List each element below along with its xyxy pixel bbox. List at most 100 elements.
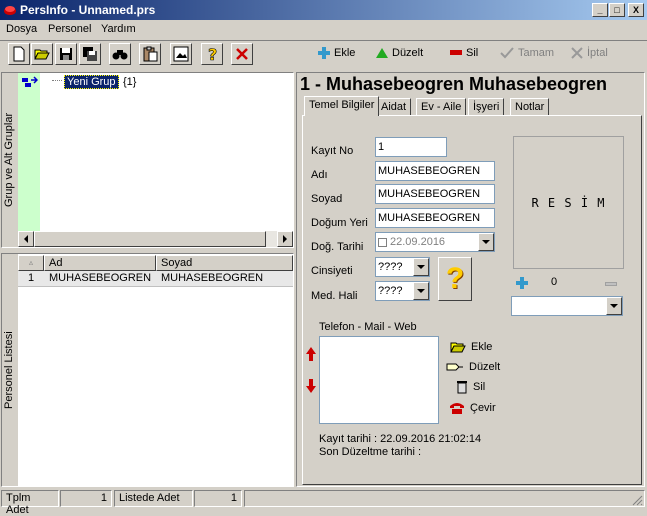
folder-open-icon: [34, 49, 50, 60]
find-button[interactable]: [109, 43, 131, 65]
soyad-label: Soyad: [311, 193, 343, 205]
personel-grid[interactable]: [18, 254, 293, 486]
tab-temel-bilgiler[interactable]: Temel Bilgiler: [304, 96, 380, 116]
tab-isyeri[interactable]: İşyeri: [468, 98, 505, 116]
groups-panel-label: Grup ve Alt Gruplar: [3, 112, 15, 208]
contact-duzelt-button[interactable]: Düzelt: [446, 361, 500, 373]
cinsiyeti-label: Cinsiyeti: [311, 265, 353, 277]
tab-ev-aile[interactable]: Ev - Aile: [416, 98, 467, 116]
kayit-no-input[interactable]: 1: [375, 137, 447, 157]
photo-add-icon[interactable]: [516, 277, 528, 292]
scroll-left-button[interactable]: [18, 231, 34, 247]
triangle-up-icon: [376, 48, 388, 58]
preview-button[interactable]: [170, 43, 192, 65]
exit-button[interactable]: [231, 43, 253, 65]
save-as-button[interactable]: [79, 43, 101, 65]
new-file-button[interactable]: [8, 43, 30, 65]
save-as-icon: [83, 47, 97, 61]
soyad-input[interactable]: MUHASEBEOGREN: [375, 184, 495, 204]
scroll-right-button[interactable]: [277, 231, 293, 247]
tab-notlar[interactable]: Notlar: [510, 98, 550, 116]
groups-hscrollbar[interactable]: [18, 231, 293, 247]
binoculars-icon: [112, 50, 128, 60]
new-file-icon: [13, 46, 25, 62]
duzelt-button[interactable]: Düzelt: [376, 47, 423, 59]
status-listede-label: Listede Adet: [114, 490, 193, 507]
contact-label: Telefon - Mail - Web: [319, 321, 417, 333]
dogum-yeri-input[interactable]: MUHASEBEOGREN: [375, 208, 495, 228]
date-dropdown-button[interactable]: [478, 233, 494, 251]
groups-tree[interactable]: [40, 73, 293, 231]
tab-aidat[interactable]: Aidat: [376, 98, 412, 116]
window-title: PersInfo - Unnamed.prs: [20, 3, 156, 17]
help-question-button[interactable]: ?: [438, 257, 472, 301]
close-x-icon: [236, 48, 248, 60]
contact-sil-button[interactable]: Sil: [456, 380, 485, 394]
photo-select[interactable]: [511, 296, 623, 316]
photo-remove-icon[interactable]: [605, 282, 617, 286]
contact-cevir-button[interactable]: Çevir: [449, 402, 496, 414]
row-number: 1: [28, 272, 35, 284]
contact-list[interactable]: [319, 336, 439, 424]
move-down-icon[interactable]: [306, 379, 316, 396]
clipboard-icon: [143, 46, 158, 62]
picture-icon: [173, 46, 189, 62]
minus-icon: [450, 50, 462, 55]
med-hali-select[interactable]: ????: [375, 281, 430, 301]
menu-yardim[interactable]: Yardım: [101, 23, 136, 35]
son-duzeltme-tarihi: Son Düzeltme tarihi :: [319, 446, 422, 458]
save-button[interactable]: [55, 43, 77, 65]
personel-panel-label: Personel Listesi: [3, 331, 15, 409]
folder-open-icon: [450, 342, 466, 353]
column-header-soyad[interactable]: Soyad: [156, 255, 293, 271]
cinsiyeti-select[interactable]: ????: [375, 257, 430, 277]
record-header: 1 - Muhasebeogren Muhasebeogren: [300, 74, 608, 94]
edit-hand-icon: [446, 363, 463, 371]
maximize-button[interactable]: □: [609, 3, 625, 17]
med-hali-label: Med. Hali: [311, 290, 358, 302]
date-checkbox[interactable]: [378, 237, 387, 247]
svg-text:?: ?: [208, 46, 217, 62]
dog-tarihi-picker[interactable]: 22.09.2016: [375, 232, 495, 252]
iptal-button[interactable]: İptal: [571, 47, 608, 59]
table-row[interactable]: 1 MUHASEBEOGREN MUHASEBEOGREN: [18, 271, 293, 287]
status-tplm-value: 1: [60, 490, 112, 507]
close-button[interactable]: X: [628, 3, 644, 17]
arrow-left-icon: [24, 235, 28, 243]
minimize-button[interactable]: _: [592, 3, 608, 17]
tree-item-count: {1}: [123, 76, 137, 88]
tree-item-yeni-grup[interactable]: Yeni Grup: [64, 75, 119, 89]
menu-dosya[interactable]: Dosya: [6, 23, 37, 35]
kayit-no-label: Kayıt No: [311, 145, 354, 157]
cancel-icon: [571, 47, 583, 59]
sil-button[interactable]: Sil: [450, 47, 478, 59]
help-button[interactable]: ?: [201, 43, 223, 65]
column-header-ad[interactable]: Ad: [44, 255, 156, 271]
chevron-down-icon: [610, 303, 618, 308]
plus-icon: [318, 47, 330, 59]
arrow-right-icon: [283, 235, 287, 243]
photo-dropdown-button[interactable]: [606, 297, 622, 315]
ekle-button[interactable]: Ekle: [318, 47, 355, 59]
open-button[interactable]: [31, 43, 53, 65]
photo-counter: 0: [551, 276, 558, 288]
check-icon: [500, 47, 514, 59]
menu-personel[interactable]: Personel: [48, 23, 91, 35]
paste-button[interactable]: [139, 43, 161, 65]
adi-label: Adı: [311, 169, 328, 181]
row-soyad: MUHASEBEOGREN: [161, 272, 264, 284]
resize-grip-icon[interactable]: [631, 494, 643, 509]
photo-box[interactable]: R E S İ M: [513, 136, 624, 269]
title-bar: PersInfo - Unnamed.prs _ □ X: [0, 0, 647, 20]
contact-ekle-button[interactable]: Ekle: [450, 341, 492, 353]
scroll-thumb[interactable]: [34, 231, 266, 247]
med-hali-dropdown-button[interactable]: [413, 282, 429, 300]
chevron-down-icon: [417, 288, 425, 293]
floppy-disk-icon: [60, 48, 72, 60]
status-tplm-label: Tplm Adet: [1, 490, 59, 516]
tamam-button[interactable]: Tamam: [500, 47, 554, 59]
group-tree-icon: [22, 76, 39, 93]
move-up-icon[interactable]: [306, 347, 316, 364]
adi-input[interactable]: MUHASEBEOGREN: [375, 161, 495, 181]
cinsiyeti-dropdown-button[interactable]: [413, 258, 429, 276]
